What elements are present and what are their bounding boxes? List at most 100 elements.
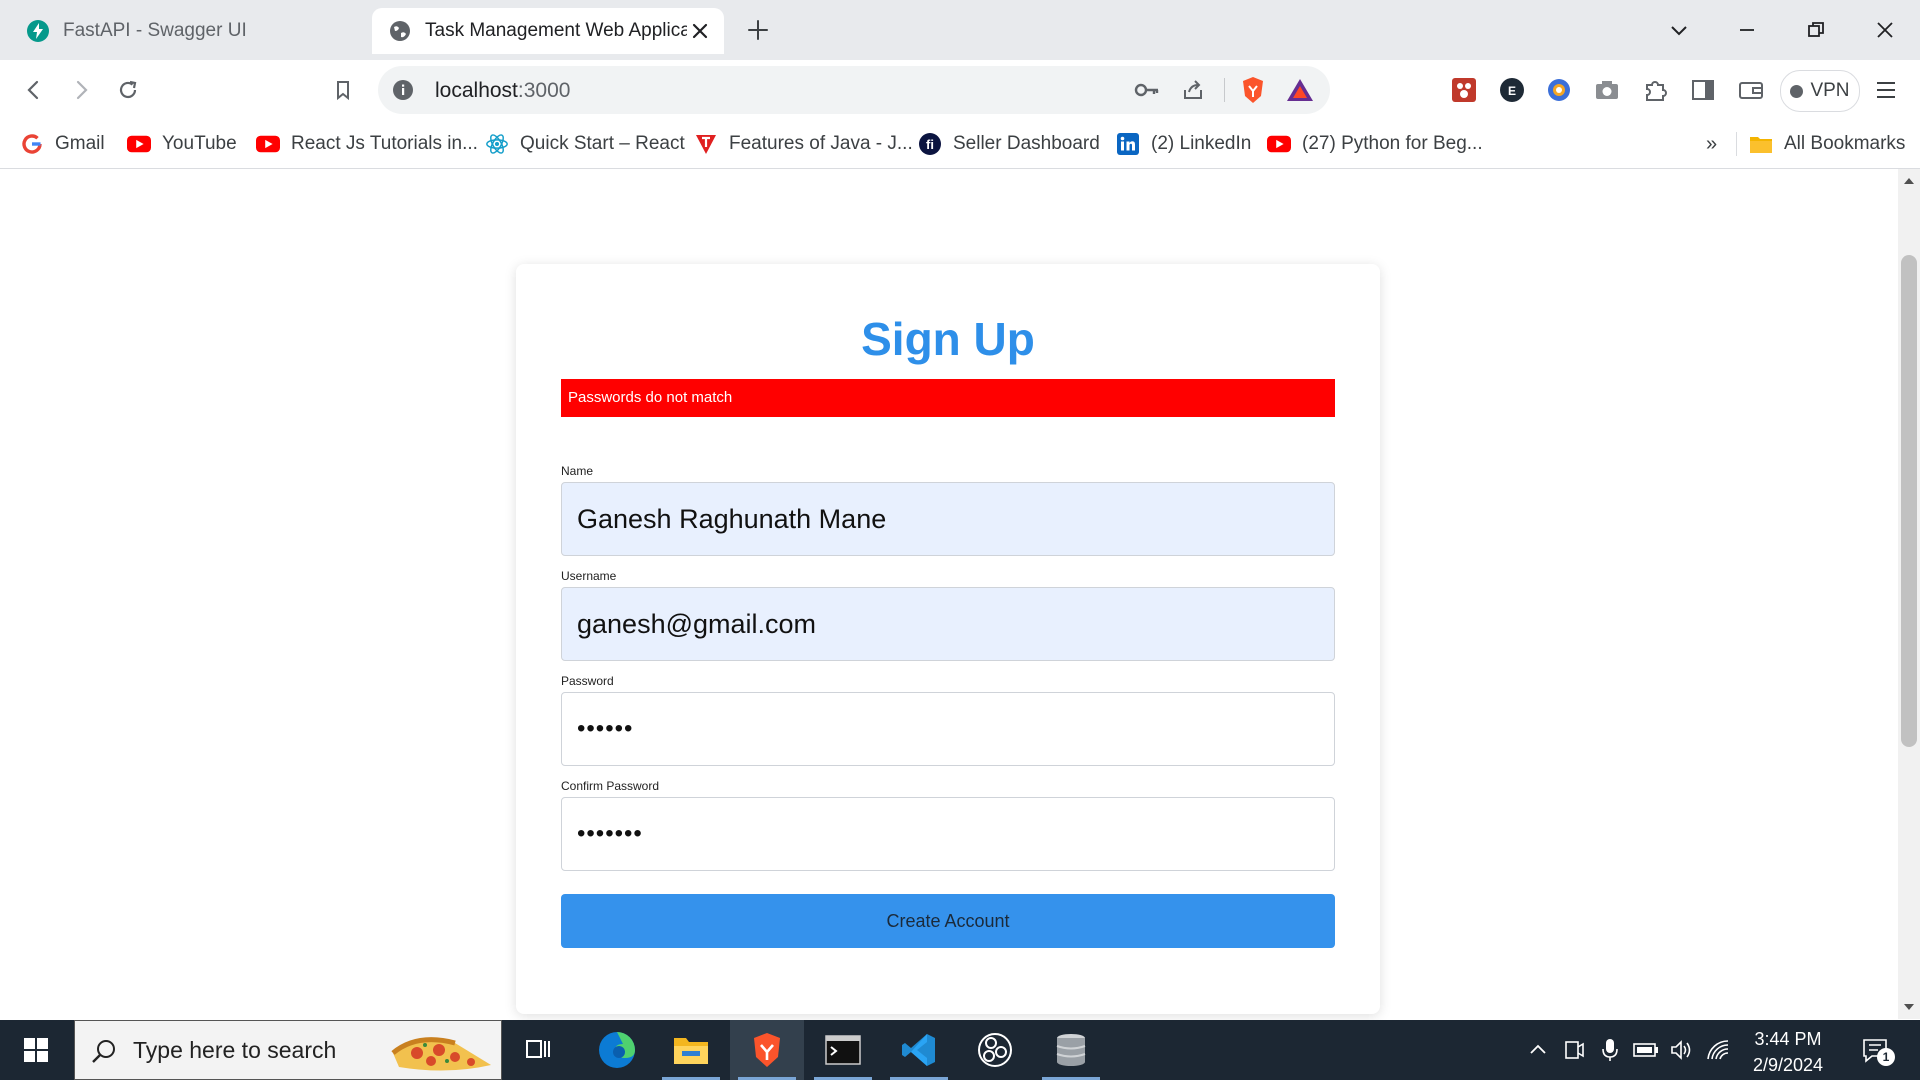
bookmark-label: YouTube <box>162 133 237 154</box>
name-input[interactable] <box>561 482 1335 556</box>
brave-icon <box>754 1033 780 1067</box>
puzzle-icon <box>1646 81 1667 101</box>
restore-button[interactable] <box>1796 10 1836 50</box>
overflow-label: » <box>1706 132 1718 155</box>
extension-e[interactable]: E <box>1495 73 1529 107</box>
signup-card: Sign Up Passwords do not match Name User… <box>516 264 1380 1014</box>
volume-icon <box>1671 1040 1691 1060</box>
fastapi-icon <box>27 20 49 42</box>
extension-camera[interactable] <box>1590 73 1624 107</box>
reload-button[interactable] <box>108 70 148 110</box>
username-input[interactable] <box>561 587 1335 661</box>
divider <box>1736 132 1737 156</box>
address-bar[interactable]: localhost:3000 <box>378 66 1330 114</box>
bookmark-python-for-beginners[interactable]: (27) Python for Beg... <box>1267 128 1483 160</box>
microphone-icon <box>1602 1039 1618 1061</box>
new-tab-icon[interactable] <box>744 16 772 44</box>
pizza-icon <box>391 1037 491 1071</box>
taskbar-database[interactable] <box>1034 1020 1108 1080</box>
search-placeholder: Type here to search <box>133 1037 337 1063</box>
database-icon <box>1056 1034 1086 1066</box>
chevron-down-icon <box>1671 26 1687 36</box>
device-icon <box>1565 1041 1584 1059</box>
taskbar-search-box[interactable]: Type here to search <box>74 1020 502 1080</box>
scroll-down-icon[interactable] <box>1903 1001 1915 1013</box>
bookmark-seller-dashboard[interactable]: fi Seller Dashboard <box>918 128 1100 160</box>
task-view-button[interactable] <box>502 1020 576 1080</box>
tpoint-icon <box>694 132 718 156</box>
brave-shield-icon[interactable] <box>1240 75 1266 105</box>
wallet-button[interactable] <box>1734 73 1768 107</box>
vpn-button[interactable]: VPN <box>1780 70 1860 112</box>
bookmark-label: Features of Java - J... <box>729 133 913 154</box>
taskbar-terminal[interactable] <box>806 1020 880 1080</box>
taskbar-clock[interactable]: 3:44 PM 2/9/2024 <box>1738 1026 1838 1078</box>
bookmark-gmail[interactable]: Gmail <box>20 128 105 160</box>
key-icon[interactable] <box>1134 78 1160 102</box>
site-info-icon[interactable] <box>392 79 414 101</box>
share-icon[interactable] <box>1181 78 1205 102</box>
action-center-button[interactable]: 1 <box>1858 1034 1895 1068</box>
tab-title: FastAPI - Swagger UI <box>63 20 247 41</box>
scroll-up-icon[interactable] <box>1903 175 1915 187</box>
start-button[interactable] <box>14 1032 58 1068</box>
taskbar-vscode[interactable] <box>882 1020 956 1080</box>
letter-e-extension-icon: E <box>1500 78 1524 102</box>
taskbar-file-explorer[interactable] <box>654 1020 728 1080</box>
bookmark-youtube[interactable]: YouTube <box>127 128 237 160</box>
sidebar-toggle[interactable] <box>1686 73 1720 107</box>
close-icon <box>1877 22 1893 38</box>
windows-taskbar: Type here to search 3:44 PM 2/9/2024 1 <box>0 1020 1920 1080</box>
browser-menu-button[interactable] <box>1869 73 1903 107</box>
bookmark-features-of-java[interactable]: Features of Java - J... <box>694 128 913 160</box>
brave-rewards-icon[interactable] <box>1286 77 1314 103</box>
username-label: Username <box>561 569 617 583</box>
taskbar-obs[interactable] <box>958 1020 1032 1080</box>
hamburger-menu-icon <box>1877 82 1895 98</box>
bookmark-linkedin[interactable]: (2) LinkedIn <box>1116 128 1251 160</box>
bookmark-react-tutorials[interactable]: React Js Tutorials in... <box>256 128 478 160</box>
bookmarks-overflow-button[interactable]: » <box>1706 128 1717 160</box>
all-bookmarks-button[interactable]: All Bookmarks <box>1749 128 1905 160</box>
sidebar-icon <box>1692 80 1714 100</box>
youtube-icon <box>127 132 151 156</box>
page-scrollbar[interactable] <box>1898 169 1920 1019</box>
taskbar-brave[interactable] <box>730 1020 804 1080</box>
page-title: Sign Up <box>861 313 1035 365</box>
extension-ring[interactable] <box>1542 73 1576 107</box>
tab-fastapi[interactable]: FastAPI - Swagger UI <box>10 8 360 54</box>
error-banner: Passwords do not match <box>561 379 1335 417</box>
tray-wifi[interactable] <box>1704 1036 1732 1064</box>
extensions-menu[interactable] <box>1638 73 1672 107</box>
show-hidden-icons[interactable] <box>1524 1036 1552 1064</box>
bookmark-button[interactable] <box>323 70 363 110</box>
minimize-button[interactable] <box>1727 10 1767 50</box>
tray-meet-now[interactable] <box>1560 1036 1588 1064</box>
bookmark-label: All Bookmarks <box>1784 133 1906 154</box>
tab-search-button[interactable] <box>1659 10 1699 50</box>
close-window-button[interactable] <box>1865 10 1905 50</box>
close-tab-icon[interactable] <box>688 19 712 43</box>
confirm-password-input[interactable] <box>561 797 1335 871</box>
bookmark-label: Quick Start – React <box>520 133 685 154</box>
flipkart-icon: fi <box>918 132 942 156</box>
tab-task-management[interactable]: Task Management Web Application <box>372 8 724 54</box>
camera-icon <box>1596 81 1618 99</box>
password-input[interactable] <box>561 692 1335 766</box>
scrollbar-thumb[interactable] <box>1901 255 1917 747</box>
youtube-icon <box>256 132 280 156</box>
tray-microphone[interactable] <box>1596 1036 1624 1064</box>
tray-volume[interactable] <box>1668 1036 1696 1064</box>
extension-puzzle-game[interactable] <box>1447 73 1481 107</box>
windows-logo-icon <box>24 1038 48 1062</box>
taskbar-edge[interactable] <box>580 1020 654 1080</box>
tray-battery[interactable] <box>1632 1036 1660 1064</box>
page-viewport: Sign Up Passwords do not match Name User… <box>0 169 1898 1019</box>
bookmark-quick-start-react[interactable]: Quick Start – React <box>485 128 685 160</box>
arrow-right-icon <box>76 80 88 100</box>
confirm-password-label: Confirm Password <box>561 779 660 793</box>
create-account-button[interactable]: Create Account <box>561 894 1335 948</box>
forward-button[interactable] <box>61 70 101 110</box>
wallet-icon <box>1739 82 1763 99</box>
back-button[interactable] <box>14 70 54 110</box>
